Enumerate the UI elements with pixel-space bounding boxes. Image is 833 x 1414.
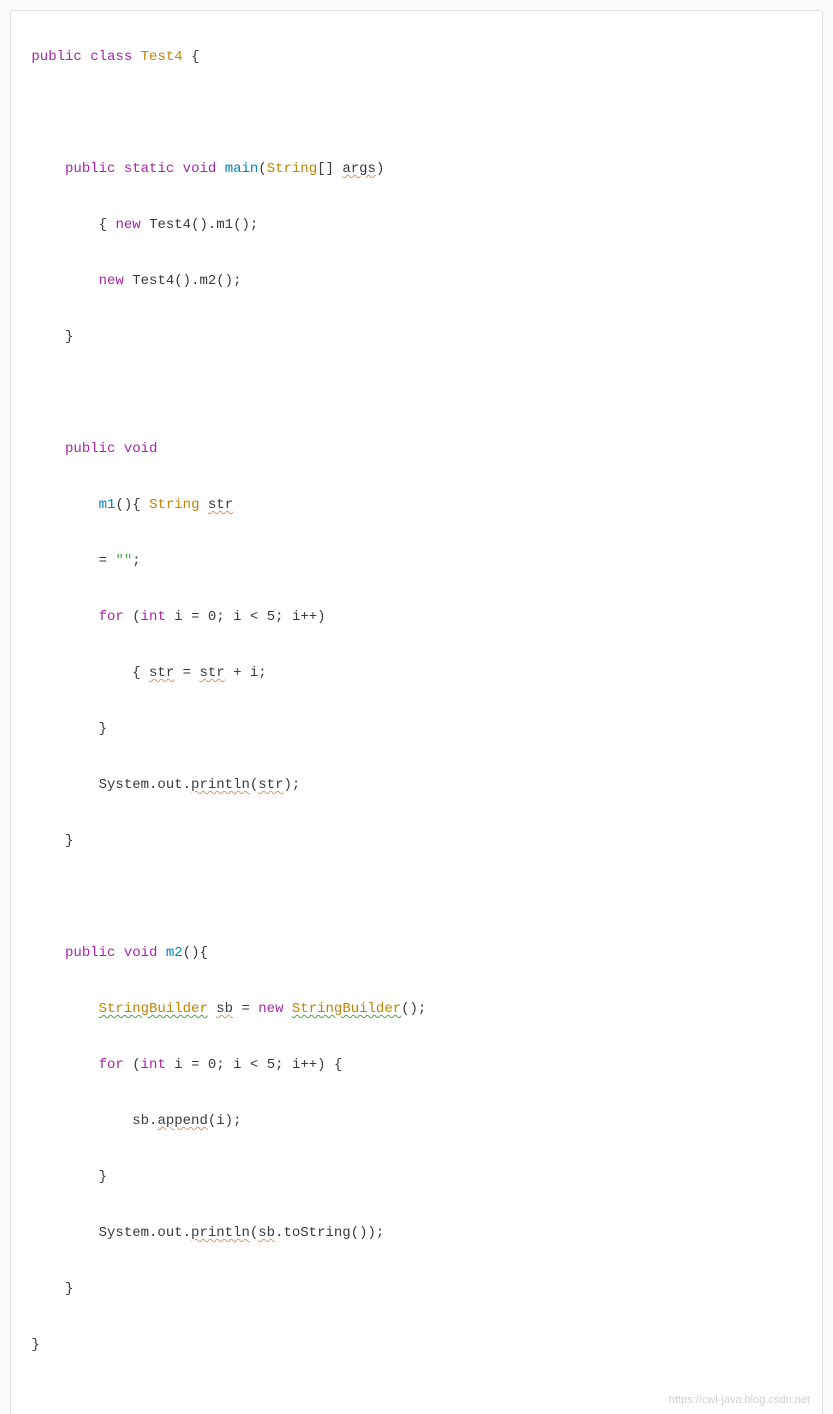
keyword-new: new bbox=[115, 217, 140, 233]
code-line: } bbox=[11, 323, 822, 351]
keyword-int: int bbox=[141, 609, 166, 625]
keyword-void: void bbox=[124, 441, 158, 457]
code-line: sb.append(i); bbox=[11, 1107, 822, 1135]
brace: } bbox=[99, 1169, 107, 1185]
code-line: } bbox=[11, 715, 822, 743]
keyword-public: public bbox=[65, 441, 115, 457]
code-line: System.out.println(str); bbox=[11, 771, 822, 799]
type-stringbuilder: StringBuilder bbox=[99, 1001, 208, 1017]
keyword-class: class bbox=[90, 49, 132, 65]
param-args: args bbox=[342, 161, 376, 177]
method-main: main bbox=[225, 161, 259, 177]
code-line bbox=[11, 379, 822, 407]
var-sb: sb. bbox=[132, 1113, 157, 1129]
ctor-stringbuilder: StringBuilder bbox=[292, 1001, 401, 1017]
system-out: System.out. bbox=[99, 1225, 191, 1241]
brace: } bbox=[31, 1337, 39, 1353]
var-str: str bbox=[208, 497, 233, 513]
var-sb: sb bbox=[216, 1001, 233, 1017]
var-str: str bbox=[258, 777, 283, 793]
keyword-static: static bbox=[124, 161, 174, 177]
watermark: https://cwl-java.blog.csdn.net bbox=[669, 1389, 810, 1411]
keyword-new: new bbox=[258, 1001, 283, 1017]
code-line: StringBuilder sb = new StringBuilder(); bbox=[11, 995, 822, 1023]
code-line: m1(){ String str bbox=[11, 491, 822, 519]
brace: } bbox=[65, 833, 73, 849]
class-name: Test4 bbox=[141, 49, 183, 65]
code-line: new Test4().m2(); bbox=[11, 267, 822, 295]
brace: { bbox=[99, 217, 107, 233]
brace: } bbox=[99, 721, 107, 737]
code-block: public class Test4 { public static void … bbox=[10, 10, 823, 1414]
method-append: append bbox=[157, 1113, 207, 1129]
string-literal: "" bbox=[115, 553, 132, 569]
code-line: for (int i = 0; i < 5; i++) bbox=[11, 603, 822, 631]
keyword-new: new bbox=[99, 273, 124, 289]
code-line: public static void main(String[] args) bbox=[11, 155, 822, 183]
brace: } bbox=[65, 329, 73, 345]
method-println: println bbox=[191, 1225, 250, 1241]
brace: } bbox=[65, 1281, 73, 1297]
method-m1: m1 bbox=[99, 497, 116, 513]
type-string: String bbox=[267, 161, 317, 177]
keyword-public: public bbox=[31, 49, 81, 65]
brace: { bbox=[132, 665, 140, 681]
code-line: = ""; bbox=[11, 547, 822, 575]
keyword-public: public bbox=[65, 945, 115, 961]
code-line: } bbox=[11, 827, 822, 855]
keyword-public: public bbox=[65, 161, 115, 177]
code-line bbox=[11, 99, 822, 127]
system-out: System.out. bbox=[99, 777, 191, 793]
code-line: public class Test4 { bbox=[11, 43, 822, 71]
brace: { bbox=[191, 49, 199, 65]
code-line: { str = str + i; bbox=[11, 659, 822, 687]
code-line: for (int i = 0; i < 5; i++) { bbox=[11, 1051, 822, 1079]
keyword-void: void bbox=[183, 161, 217, 177]
code-line: } bbox=[11, 1331, 822, 1359]
code-line: } bbox=[11, 1163, 822, 1191]
keyword-for: for bbox=[99, 1057, 124, 1073]
keyword-void: void bbox=[124, 945, 158, 961]
code-line: } bbox=[11, 1275, 822, 1303]
var-str: str bbox=[199, 665, 224, 681]
code-line: { new Test4().m1(); bbox=[11, 211, 822, 239]
ctor-test4: Test4 bbox=[149, 217, 191, 233]
code-line: System.out.println(sb.toString()); bbox=[11, 1219, 822, 1247]
var-sb: sb bbox=[258, 1225, 275, 1241]
var-str: str bbox=[149, 665, 174, 681]
method-println: println bbox=[191, 777, 250, 793]
method-m2: m2 bbox=[166, 945, 183, 961]
ctor-test4: Test4 bbox=[132, 273, 174, 289]
type-string: String bbox=[149, 497, 199, 513]
keyword-int: int bbox=[141, 1057, 166, 1073]
keyword-for: for bbox=[99, 609, 124, 625]
code-line: public void m2(){ bbox=[11, 939, 822, 967]
code-line bbox=[11, 883, 822, 911]
code-line: public void bbox=[11, 435, 822, 463]
